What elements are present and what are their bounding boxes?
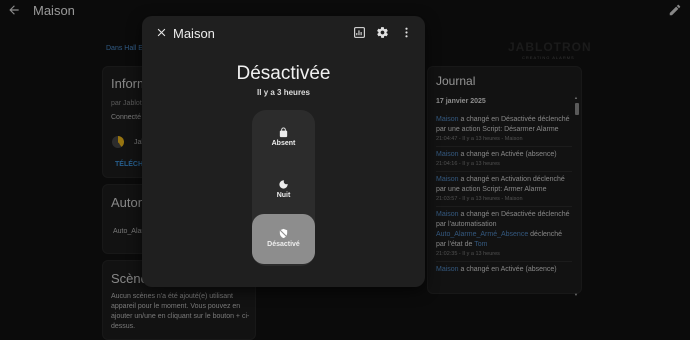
history-chart-icon[interactable] [353, 26, 367, 40]
mode-label: Absent [271, 140, 296, 147]
mode-label: Nuit [276, 192, 291, 199]
shield-off-icon [278, 226, 290, 239]
alarm-state: Désactivée [236, 63, 331, 84]
mode-desactive[interactable]: Désactivé [252, 214, 315, 264]
gear-icon[interactable] [376, 26, 390, 40]
mode-absent[interactable]: Absent [252, 113, 315, 163]
close-icon[interactable] [154, 26, 168, 40]
mode-label: Désactivé [267, 241, 300, 248]
alarm-mode-selector: Absent Nuit Désactivé [252, 110, 315, 266]
state-last-changed: Il y a 3 heures [257, 88, 310, 97]
moon-icon [278, 177, 290, 189]
alarm-dialog: Maison Désactivée Il y a 3 heures Absent… [142, 16, 425, 287]
lock-icon [278, 125, 290, 138]
more-vertical-icon[interactable] [400, 26, 414, 40]
mode-nuit[interactable]: Nuit [252, 165, 315, 215]
dialog-title: Maison [173, 26, 215, 41]
